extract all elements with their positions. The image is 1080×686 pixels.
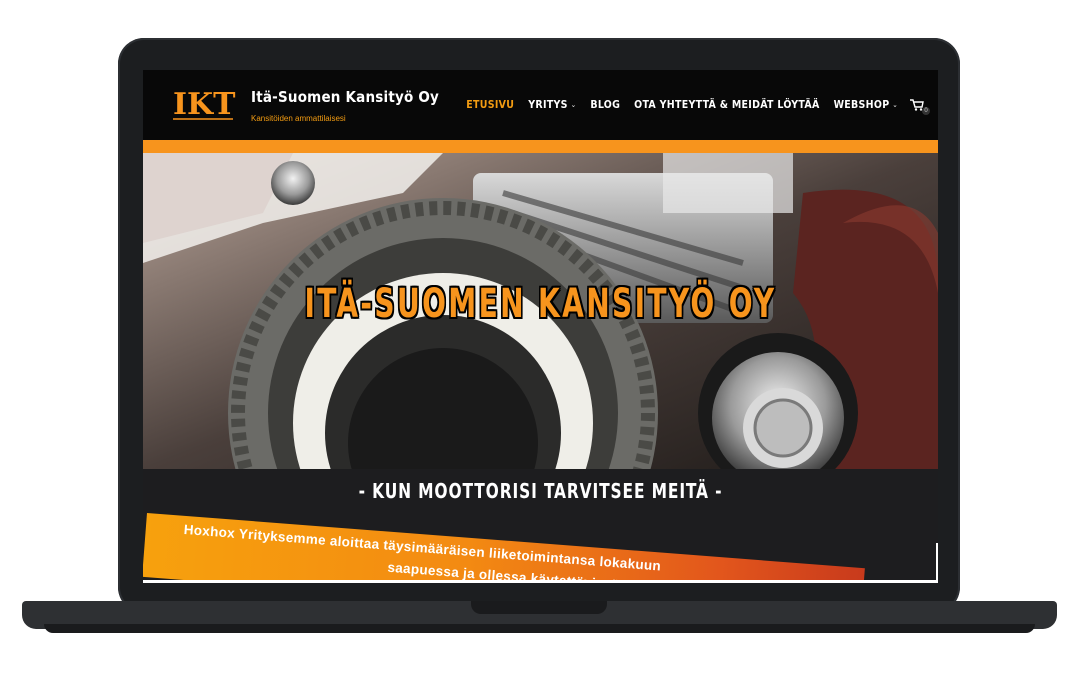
main-nav: ETUSIVU YRITYS ⌄ BLOG OTA YHTEYTTÄ & MEI… <box>452 98 930 115</box>
laptop-base-front <box>44 624 1035 633</box>
cart-count-badge: 0 <box>922 107 930 115</box>
intro-section: - KUN MOOTTORISI TARVITSEE MEITÄ - Hoxho… <box>143 469 938 583</box>
svg-text:IKT: IKT <box>173 87 236 122</box>
announcement-banner: Hoxhox Yrityksemme aloittaa täysimääräis… <box>143 513 865 583</box>
chevron-down-icon: ⌄ <box>892 101 898 109</box>
nav-item-yritys[interactable]: YRITYS ⌄ <box>528 99 576 111</box>
divider <box>936 543 938 583</box>
nav-label: BLOG <box>590 99 621 111</box>
accent-bar <box>143 140 938 153</box>
nav-label: ETUSIVU <box>466 99 515 111</box>
divider <box>143 580 938 583</box>
nav-item-contact[interactable]: OTA YHTEYTTÄ & MEIDÄT LÖYTÄÄ <box>634 99 819 111</box>
chevron-down-icon: ⌄ <box>570 101 577 109</box>
laptop-screen: IKT Itä-Suomen Kansityö Oy Kansitöiden a… <box>143 70 938 583</box>
announcement-wrap: Hoxhox Yrityksemme aloittaa täysimääräis… <box>143 495 938 583</box>
brand-title[interactable]: Itä-Suomen Kansityö Oy <box>251 88 439 106</box>
brand-tagline: Kansitöiden ammattilaisesi <box>251 114 346 123</box>
nav-label: OTA YHTEYTTÄ & MEIDÄT LÖYTÄÄ <box>634 99 820 111</box>
hero-title: ITÄ-SUOMEN KANSITYÖ OY <box>304 281 777 327</box>
cart-button[interactable]: 0 <box>910 98 930 115</box>
nav-label: WEBSHOP <box>833 99 890 111</box>
hero-banner: ITÄ-SUOMEN KANSITYÖ OY <box>143 153 938 469</box>
site-header: IKT Itä-Suomen Kansityö Oy Kansitöiden a… <box>143 70 938 140</box>
nav-item-etusivu[interactable]: ETUSIVU <box>466 99 514 111</box>
nav-label: YRITYS <box>528 99 568 111</box>
nav-item-blog[interactable]: BLOG <box>590 99 620 111</box>
ikt-logo[interactable]: IKT <box>171 84 241 124</box>
laptop-notch <box>471 601 607 614</box>
nav-item-webshop[interactable]: WEBSHOP ⌄ <box>834 99 898 111</box>
